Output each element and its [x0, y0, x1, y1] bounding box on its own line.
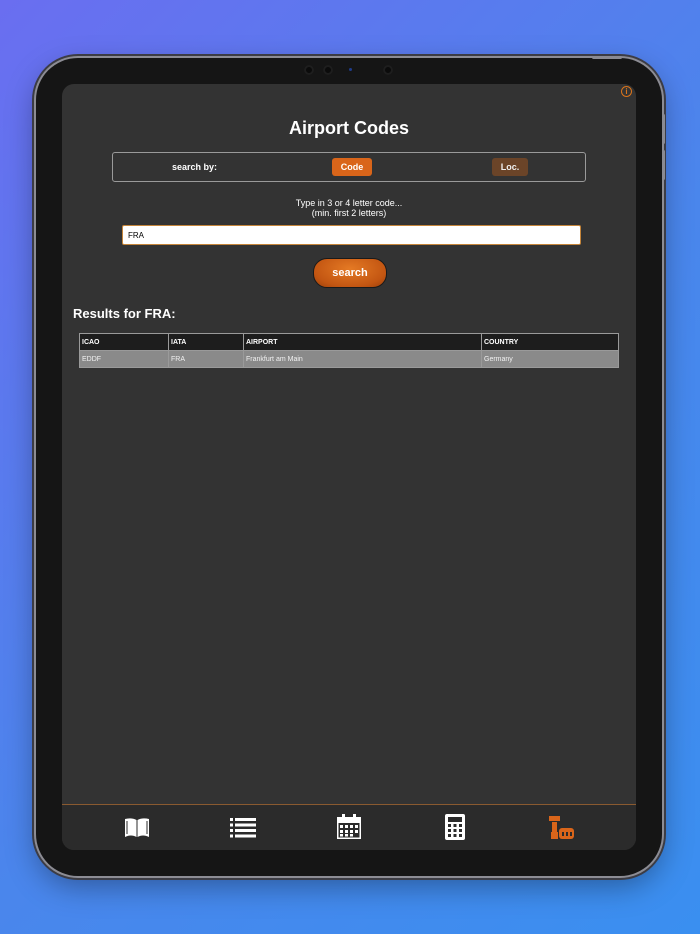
column-header-iata: IATA	[168, 333, 244, 351]
table-header-row: ICAO IATA AIRPORT COUNTRY	[79, 333, 619, 351]
cell-icao: EDDF	[79, 350, 169, 368]
tab-book[interactable]	[123, 813, 151, 841]
tab-calendar[interactable]	[335, 813, 363, 841]
results-table: ICAO IATA AIRPORT COUNTRY EDDF FRA Frank…	[79, 333, 619, 368]
tab-bar	[62, 804, 636, 850]
list-icon	[230, 818, 256, 838]
airport-code-input[interactable]	[122, 225, 581, 245]
column-header-airport: AIRPORT	[243, 333, 482, 351]
camera-lens-icon	[323, 65, 333, 75]
power-button	[592, 56, 622, 59]
cell-country: Germany	[481, 350, 619, 368]
search-button[interactable]: search	[313, 258, 387, 288]
info-icon[interactable]: i	[621, 86, 632, 97]
page-title: Airport Codes	[288, 118, 409, 138]
code-toggle-button[interactable]: Code	[332, 158, 372, 176]
results-heading: Results for FRA:	[73, 306, 176, 321]
cell-iata: FRA	[168, 350, 244, 368]
tab-list[interactable]	[229, 813, 257, 841]
tab-calculator[interactable]	[441, 813, 469, 841]
book-icon	[125, 818, 149, 837]
camera-lens-icon	[383, 65, 393, 75]
control-tower-icon	[549, 816, 574, 839]
column-header-country: COUNTRY	[481, 333, 619, 351]
location-toggle-button[interactable]: Loc.	[492, 158, 528, 176]
search-by-panel: search by: Code Loc.	[112, 152, 586, 182]
volume-button	[662, 114, 665, 144]
hint-line-2: (min. first 2 letters)	[311, 208, 387, 218]
input-hint: Type in 3 or 4 letter code... (min. firs…	[62, 198, 636, 218]
camera-lens-icon	[304, 65, 314, 75]
app-screen: i Airport Codes search by: Code Loc. Typ…	[62, 84, 636, 850]
table-row[interactable]: EDDF FRA Frankfurt am Main Germany	[79, 350, 619, 368]
calendar-icon	[337, 814, 361, 839]
sensor-icon	[349, 68, 352, 71]
tablet-device: i Airport Codes search by: Code Loc. Typ…	[36, 56, 665, 876]
hint-line-1: Type in 3 or 4 letter code...	[295, 198, 403, 208]
tab-airport-codes[interactable]	[547, 813, 575, 841]
cell-airport: Frankfurt am Main	[243, 350, 482, 368]
search-by-label: search by:	[172, 162, 218, 172]
camera-bar	[36, 64, 662, 78]
calculator-icon	[445, 814, 465, 840]
column-header-icao: ICAO	[79, 333, 169, 351]
volume-button	[662, 150, 665, 180]
